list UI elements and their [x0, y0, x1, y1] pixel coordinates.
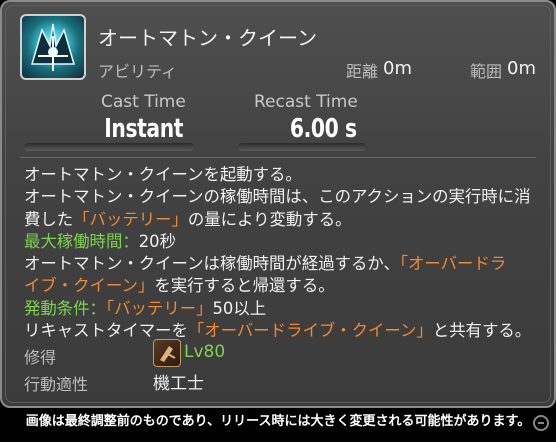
action-title: オートマトン・クイーン: [98, 26, 317, 50]
range-value: 0m: [383, 58, 412, 79]
cast-time-bar: [24, 143, 194, 151]
action-tooltip: オートマトン・クイーン アビリティ 距離 0m 範囲 0m Cast Time …: [0, 0, 556, 408]
recast-time-label: Recast Time: [254, 92, 358, 112]
description-line: 最大稼働時間：20秒: [24, 231, 176, 251]
acquired-level: Lv80: [184, 342, 226, 362]
cast-time-label: Cast Time: [101, 92, 186, 112]
cast-time-value: Instant: [104, 114, 183, 144]
description-line: オートマトン・クイーンの稼働時間は、このアクションの実行時に消: [24, 187, 531, 207]
action-category: アビリティ: [98, 62, 178, 81]
battery-term: 「バッテリー」: [73, 209, 188, 229]
divider: [20, 157, 536, 158]
battery-term: 「バッテリー」: [105, 298, 213, 318]
disclaimer-caption: 画像は最終調整前のものであり、リリース時には大きく変更される可能性があります。: [25, 414, 531, 429]
recast-time-value: 6.00 s: [290, 114, 357, 144]
range-label: 距離: [346, 62, 379, 81]
machinist-icon: [153, 339, 181, 367]
description-line: イブ・クイーン」を実行すると帰還する。: [24, 276, 335, 296]
class-label: 行動適性: [24, 375, 89, 394]
description-line: リキャストタイマーを「オーバードライブ・クイーン」と共有する。: [24, 321, 532, 341]
publisher-logo-icon: [532, 414, 550, 432]
radius-label: 範囲: [470, 62, 503, 81]
recast-time-bar: [238, 143, 366, 151]
acquired-label: 修得: [24, 348, 57, 367]
description-line: 発動条件：「バッテリー」50以上: [24, 298, 267, 318]
description-line: オートマトン・クイーンを起動する。: [24, 165, 302, 184]
action-description: オートマトン・クイーンを起動する。 オートマトン・クイーンの稼働時間は、このアク…: [24, 164, 539, 342]
overdrive-term: イブ・クイーン」: [24, 276, 155, 296]
overdrive-term: 「オーバードライブ・クイーン」: [187, 321, 433, 341]
description-line: 費した「バッテリー」の量により変動する。: [24, 209, 352, 229]
radius-value: 0m: [507, 58, 536, 79]
max-duration-label: 最大稼働時間：: [24, 231, 139, 251]
overdrive-term: 「オーバードラ: [399, 254, 507, 274]
requirement-label: 発動条件：: [24, 298, 106, 318]
description-line: オートマトン・クイーンは稼働時間が経過するか、「オーバードラ: [24, 254, 507, 274]
class-value: 機工士: [153, 374, 204, 394]
automaton-queen-icon: [20, 14, 86, 80]
